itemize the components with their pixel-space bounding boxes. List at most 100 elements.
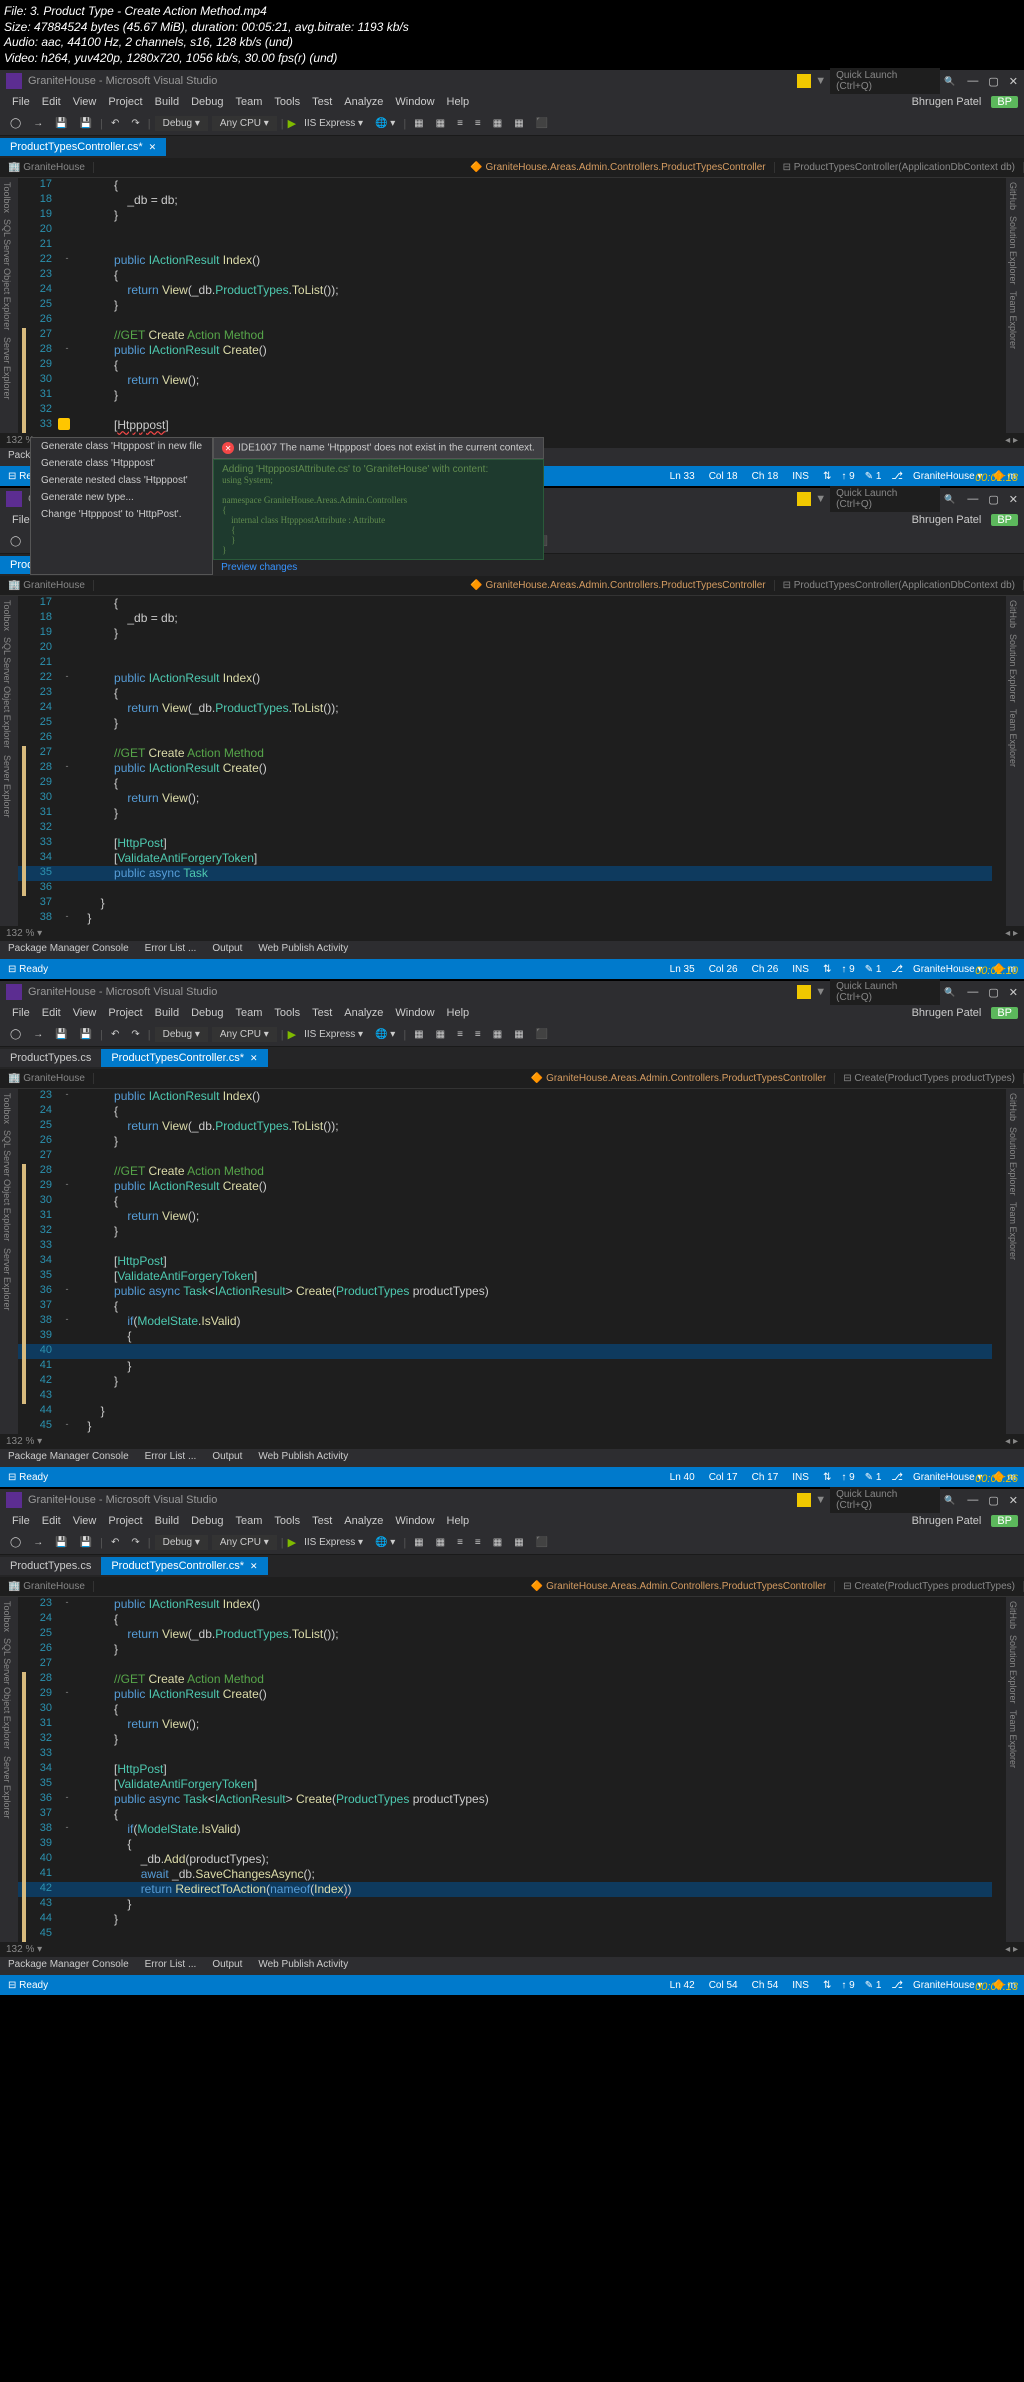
close-button[interactable]: ✕	[1009, 986, 1018, 999]
user-badge[interactable]: BP	[991, 96, 1018, 108]
redo-icon[interactable]: ↷	[127, 116, 143, 131]
code-line[interactable]: 44 }	[18, 1912, 992, 1927]
tool-tab[interactable]: Toolbox	[2, 1093, 16, 1124]
code-line[interactable]: 36- public async Task<IActionResult> Cre…	[18, 1284, 992, 1299]
code-editor[interactable]: 17 {18 _db = db;19 }202122- public IActi…	[18, 178, 992, 433]
tool-tab[interactable]: SQL Server Object Explorer	[2, 1130, 16, 1241]
maximize-button[interactable]: ▢	[988, 1494, 998, 1507]
tool-tab[interactable]: Toolbox	[2, 1601, 16, 1632]
context-class[interactable]: 🔶 GraniteHouse.Areas.Admin.Controllers.P…	[462, 580, 774, 591]
menu-item[interactable]: Window	[389, 1515, 440, 1527]
code-line[interactable]: 23 {	[18, 686, 992, 701]
code-line[interactable]: 25 return View(_db.ProductTypes.ToList()…	[18, 1627, 992, 1642]
menu-item[interactable]: Debug	[185, 1515, 229, 1527]
tb-icon[interactable]: ▦	[489, 116, 506, 131]
run-target[interactable]: IIS Express ▾	[300, 1027, 367, 1042]
git-up[interactable]: ↑ 9	[841, 1472, 854, 1483]
code-line[interactable]: 34 [HttpPost]	[18, 1762, 992, 1777]
tb-icon[interactable]: ▦	[510, 1027, 527, 1042]
menu-item[interactable]: Build	[149, 96, 185, 108]
play-icon[interactable]: ▶	[288, 1028, 296, 1041]
code-line[interactable]: 41 }	[18, 1359, 992, 1374]
menu-item[interactable]: Analyze	[338, 1007, 389, 1019]
code-line[interactable]: 36- public async Task<IActionResult> Cre…	[18, 1792, 992, 1807]
menu-item[interactable]: Help	[441, 1515, 476, 1527]
config-combo[interactable]: Debug ▾	[155, 1535, 208, 1550]
context-namespace[interactable]: 🏢 GraniteHouse	[0, 162, 94, 173]
code-line[interactable]: 28- public IActionResult Create()	[18, 343, 992, 358]
menu-item[interactable]: Analyze	[338, 1515, 389, 1527]
notification-icon[interactable]	[797, 492, 811, 506]
tb-icon[interactable]: ▦	[432, 1535, 449, 1550]
code-line[interactable]: 19 }	[18, 208, 992, 223]
tb-icon[interactable]: ▦	[410, 1027, 427, 1042]
user-name[interactable]: Bhrugen Patel	[906, 514, 988, 526]
code-line[interactable]: 32 }	[18, 1224, 992, 1239]
branch-name[interactable]: GraniteHouse ▾	[913, 964, 983, 975]
menu-item[interactable]: Build	[149, 1515, 185, 1527]
git-down[interactable]: ✎ 1	[865, 964, 882, 975]
editor-tab[interactable]: ProductTypes.cs	[0, 1049, 101, 1067]
preview-changes-link[interactable]: Preview changes	[213, 560, 544, 575]
zoom-level[interactable]: 132 % ▾	[6, 1944, 42, 1955]
code-line[interactable]: 32	[18, 403, 992, 418]
tool-tab[interactable]: GitHub	[1008, 1601, 1022, 1629]
platform-combo[interactable]: Any CPU ▾	[212, 1027, 277, 1042]
menu-item[interactable]: Team	[230, 96, 269, 108]
code-line[interactable]: 33 [Htpppost]	[18, 418, 992, 433]
nav-back-icon[interactable]: ◯	[6, 534, 25, 549]
tool-tab[interactable]: Team Explorer	[1008, 291, 1022, 349]
tool-tab[interactable]: GitHub	[1008, 1093, 1022, 1121]
menu-item[interactable]: Test	[306, 96, 338, 108]
code-line[interactable]: 26	[18, 313, 992, 328]
tb-icon[interactable]: ▦	[410, 116, 427, 131]
menu-item[interactable]: Project	[102, 96, 148, 108]
undo-icon[interactable]: ↶	[107, 1535, 123, 1550]
editor-tab[interactable]: ProductTypesController.cs*✕	[0, 138, 166, 156]
output-tab[interactable]: Package Manager Console	[0, 1449, 137, 1467]
code-line[interactable]: 18 _db = db;	[18, 193, 992, 208]
code-line[interactable]: 18 _db = db;	[18, 611, 992, 626]
tool-tab[interactable]: SQL Server Object Explorer	[2, 637, 16, 748]
code-line[interactable]: 28 //GET Create Action Method	[18, 1164, 992, 1179]
branch-name[interactable]: GraniteHouse ▾	[913, 1980, 983, 1991]
code-line[interactable]: 35 [ValidateAntiForgeryToken]	[18, 1777, 992, 1792]
scrollbar[interactable]	[992, 596, 1006, 926]
output-tab[interactable]: Output	[204, 1957, 250, 1975]
code-line[interactable]: 30 return View();	[18, 373, 992, 388]
quick-launch-input[interactable]: Quick Launch (Ctrl+Q)	[830, 979, 940, 1005]
menu-item[interactable]: Edit	[36, 1515, 67, 1527]
output-tab[interactable]: Output	[204, 1449, 250, 1467]
tool-tab[interactable]: Team Explorer	[1008, 1202, 1022, 1260]
play-icon[interactable]: ▶	[288, 117, 296, 130]
tb-icon[interactable]: ▦	[432, 1027, 449, 1042]
code-line[interactable]: 17 {	[18, 178, 992, 193]
tb-icon[interactable]: ▦	[510, 1535, 527, 1550]
context-class[interactable]: 🔶 GraniteHouse.Areas.Admin.Controllers.P…	[523, 1581, 835, 1592]
code-line[interactable]: 39 {	[18, 1837, 992, 1852]
editor-tab[interactable]: ProductTypesController.cs*✕	[101, 1557, 267, 1575]
code-line[interactable]: 27	[18, 1149, 992, 1164]
tool-tab[interactable]: Server Explorer	[2, 337, 16, 400]
quick-action-item[interactable]: Generate new type...	[31, 489, 212, 506]
user-badge[interactable]: BP	[991, 1515, 1018, 1527]
code-line[interactable]: 38- if(ModelState.IsValid)	[18, 1314, 992, 1329]
code-line[interactable]: 26	[18, 731, 992, 746]
tool-tab[interactable]: Solution Explorer	[1008, 1127, 1022, 1196]
branch-icon[interactable]: ⎇	[891, 471, 903, 482]
quick-action-item[interactable]: Generate class 'Htpppost'	[31, 455, 212, 472]
quick-launch-input[interactable]: Quick Launch (Ctrl+Q)	[830, 1487, 940, 1513]
tb-icon[interactable]: ≡	[471, 1027, 485, 1042]
menu-item[interactable]: View	[67, 1007, 103, 1019]
code-line[interactable]: 25 }	[18, 716, 992, 731]
user-badge[interactable]: BP	[991, 1007, 1018, 1019]
git-pull-icon[interactable]: ⇅	[823, 471, 831, 482]
code-editor[interactable]: 23- public IActionResult Index()24 {25 r…	[18, 1089, 992, 1434]
menu-item[interactable]: Project	[102, 1515, 148, 1527]
tool-tab[interactable]: Server Explorer	[2, 1756, 16, 1819]
code-line[interactable]: 17 {	[18, 596, 992, 611]
code-line[interactable]: 45- }	[18, 1419, 992, 1434]
menu-item[interactable]: Build	[149, 1007, 185, 1019]
code-line[interactable]: 34 [HttpPost]	[18, 1254, 992, 1269]
menu-item[interactable]: Help	[441, 1007, 476, 1019]
